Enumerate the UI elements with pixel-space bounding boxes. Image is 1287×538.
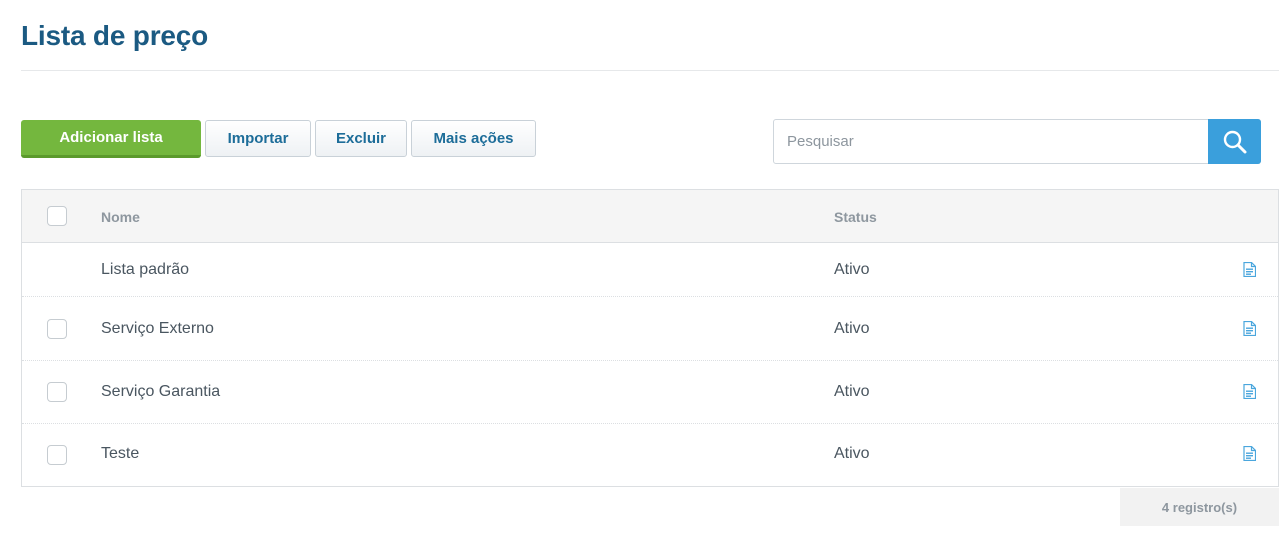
table-row[interactable]: Lista padrão Ativo bbox=[22, 243, 1278, 297]
row-checkbox[interactable] bbox=[47, 382, 67, 402]
search-icon bbox=[1223, 130, 1246, 153]
row-checkbox[interactable] bbox=[47, 319, 67, 339]
search-box bbox=[773, 119, 1261, 164]
column-header-status: Status bbox=[834, 209, 877, 225]
price-list-table: Nome Status Lista padrão Ativo Serviço E… bbox=[21, 189, 1279, 487]
row-status: Ativo bbox=[834, 445, 870, 462]
table-header: Nome Status bbox=[22, 190, 1278, 243]
search-button[interactable] bbox=[1208, 119, 1261, 164]
row-name[interactable]: Serviço Externo bbox=[101, 320, 214, 338]
add-list-button[interactable]: Adicionar lista bbox=[21, 120, 201, 158]
table-row[interactable]: Serviço Externo Ativo bbox=[22, 297, 1278, 361]
select-all-checkbox[interactable] bbox=[47, 206, 67, 226]
document-icon[interactable] bbox=[1243, 446, 1256, 461]
row-name[interactable]: Serviço Garantia bbox=[101, 383, 220, 401]
page-title: Lista de preço bbox=[21, 20, 209, 51]
delete-button[interactable]: Excluir bbox=[315, 120, 407, 157]
search-input[interactable] bbox=[774, 120, 1208, 163]
document-icon[interactable] bbox=[1243, 384, 1256, 399]
row-name[interactable]: Lista padrão bbox=[101, 261, 189, 279]
table-row[interactable]: Serviço Garantia Ativo bbox=[22, 361, 1278, 424]
title-divider bbox=[21, 70, 1279, 71]
row-checkbox[interactable] bbox=[47, 445, 67, 465]
table-row[interactable]: Teste Ativo bbox=[22, 424, 1278, 486]
import-button[interactable]: Importar bbox=[205, 120, 311, 157]
row-status: Ativo bbox=[834, 383, 870, 400]
document-icon[interactable] bbox=[1243, 321, 1256, 336]
column-header-name: Nome bbox=[101, 209, 140, 225]
row-name[interactable]: Teste bbox=[101, 445, 139, 463]
record-count: 4 registro(s) bbox=[1120, 488, 1279, 526]
row-status: Ativo bbox=[834, 261, 870, 278]
row-status: Ativo bbox=[834, 320, 870, 337]
more-actions-button[interactable]: Mais ações bbox=[411, 120, 536, 157]
document-icon[interactable] bbox=[1243, 262, 1256, 277]
